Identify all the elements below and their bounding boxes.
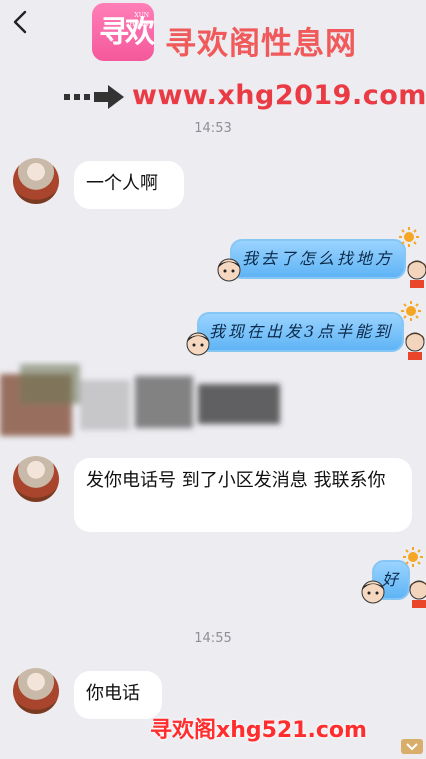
site-title-watermark: 寻欢阁性息网 <box>165 26 357 62</box>
chevron-down-icon <box>401 739 423 754</box>
message-bubble-incoming: 发你电话号 到了小区发消息 我联系你 <box>74 458 412 532</box>
avatar <box>405 332 425 360</box>
arrow-right-icon <box>64 85 124 109</box>
back-icon <box>13 10 27 34</box>
avatar <box>409 580 426 608</box>
logo-sub-line1: XUN <box>134 12 149 19</box>
sun-icon <box>399 227 419 247</box>
avatar <box>407 260 426 288</box>
message-bubble-incoming: 一个人啊 <box>74 161 184 209</box>
redaction-smudge <box>0 364 280 436</box>
avatar <box>361 580 385 604</box>
timestamp: 14:53 <box>194 121 232 136</box>
avatar[interactable] <box>13 158 59 204</box>
message-bubble-outgoing: 我现在出发3点半能到 <box>197 312 404 352</box>
message-bubble-outgoing: 我去了怎么找地方 <box>230 239 406 279</box>
site-url-watermark: www.xhg2019.com <box>132 80 426 111</box>
site-logo: 寻欢 XUN HUAN <box>92 3 155 61</box>
logo-subtext: XUN HUAN <box>129 11 149 29</box>
scroll-to-bottom-button[interactable] <box>400 738 424 755</box>
logo-sub-line2: HUAN <box>129 21 149 28</box>
message-bubble-incoming: 你电话 <box>74 671 162 719</box>
avatar <box>186 332 210 356</box>
avatar[interactable] <box>13 456 59 502</box>
timestamp: 14:55 <box>194 631 232 646</box>
bottom-watermark: 寻欢阁xhg521.com <box>150 718 367 743</box>
avatar <box>217 258 241 282</box>
sun-icon <box>401 301 421 321</box>
back-button[interactable] <box>8 8 34 36</box>
avatar[interactable] <box>13 668 59 714</box>
sun-icon <box>403 547 423 567</box>
